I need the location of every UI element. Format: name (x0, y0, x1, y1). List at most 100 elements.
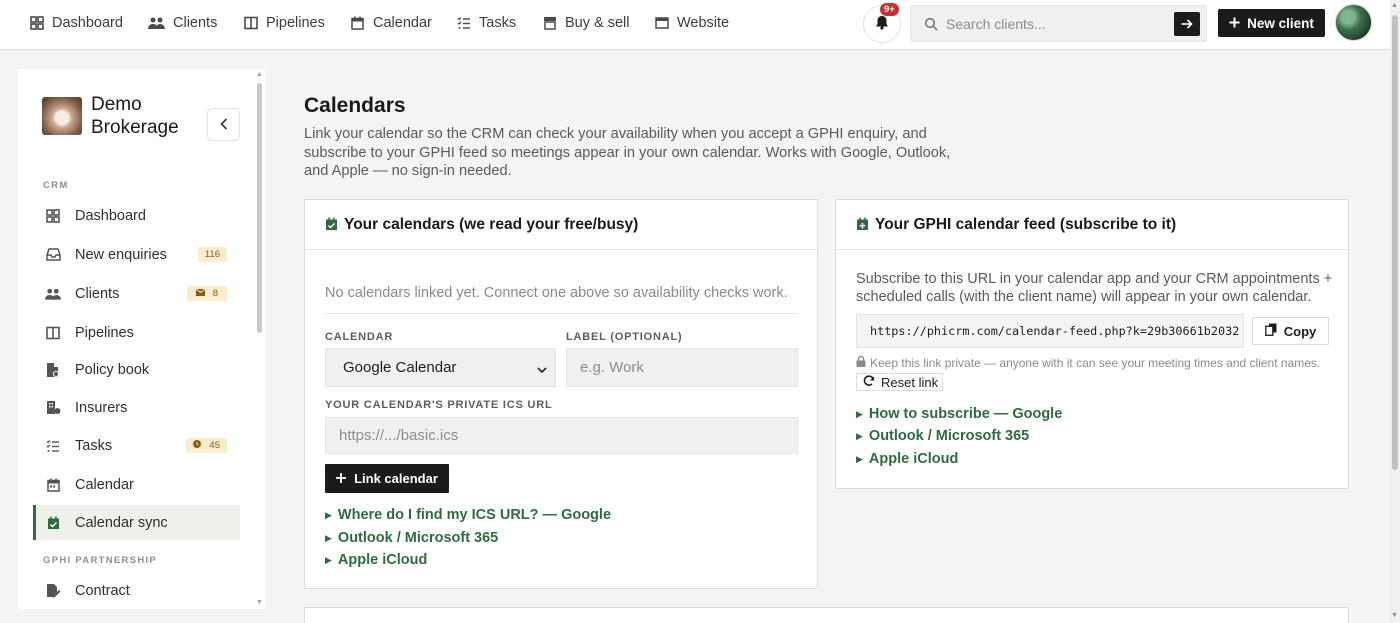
caret-right-icon: ▶ (856, 453, 863, 464)
sidebar-item-tasks[interactable]: Tasks 45 (33, 428, 240, 463)
sidebar-scrollbar-thumb[interactable] (257, 83, 262, 333)
chevron-left-icon (219, 117, 228, 133)
sidebar-item-label: Calendar (75, 476, 134, 493)
nav-calendar[interactable]: Calendar (351, 0, 432, 46)
calendar-label-input[interactable] (566, 348, 798, 387)
sidebar-item-policy-book[interactable]: Policy book (33, 352, 240, 387)
sidebar-item-label: Pipelines (75, 324, 134, 341)
user-avatar[interactable] (1335, 4, 1372, 41)
users-icon (45, 286, 61, 302)
new-client-label: New client (1247, 15, 1314, 31)
lock-icon (856, 355, 866, 370)
chevron-down-icon (537, 361, 547, 378)
plus-icon (336, 471, 347, 486)
calendar-check-icon (45, 515, 61, 531)
storefront-icon (543, 16, 557, 30)
label-field-label: LABEL (OPTIONAL) (566, 331, 683, 343)
nav-pipelines[interactable]: Pipelines (244, 0, 325, 46)
tasks-icon (457, 16, 471, 30)
badge-count: 45 (209, 440, 220, 451)
link-calendar-button[interactable]: Link calendar (325, 464, 449, 493)
tasks-icon (45, 438, 61, 454)
sidebar-item-dashboard[interactable]: Dashboard (33, 198, 240, 233)
client-search (910, 5, 1207, 42)
sidebar-item-insurers[interactable]: Insurers (33, 390, 240, 425)
ics-help-google-link[interactable]: ▶ Where do I find my ICS URL? — Google (325, 507, 611, 523)
nav-buy-sell[interactable]: Buy & sell (543, 0, 629, 46)
private-note-text: Keep this link private — anyone with it … (870, 356, 1321, 370)
nav-website[interactable]: Website (655, 0, 729, 46)
bell-icon (875, 15, 889, 33)
sidebar-item-calendar-sync[interactable]: Calendar sync (33, 505, 240, 540)
ics-url-field-label: YOUR CALENDAR'S PRIVATE ICS URL (325, 399, 553, 411)
nav-tasks[interactable]: Tasks (457, 0, 516, 46)
search-input[interactable] (946, 15, 1171, 32)
subscribe-help-google-link[interactable]: ▶ How to subscribe — Google (856, 406, 1062, 422)
feed-url-field[interactable]: https://phicrm.com/calendar-feed.php?k=2… (856, 314, 1244, 348)
sidebar-item-contract[interactable]: Contract (33, 573, 240, 608)
sidebar-item-label: New enquiries (75, 246, 167, 263)
sidebar-item-new-enquiries[interactable]: New enquiries 116 (33, 237, 240, 272)
your-calendars-header: Your calendars (we read your free/busy) (305, 200, 817, 250)
divider (325, 313, 797, 314)
page-scrollbar[interactable]: ▲ ▼ (1390, 0, 1400, 623)
scroll-down-arrow-icon[interactable]: ▼ (256, 599, 263, 606)
new-client-button[interactable]: New client (1218, 9, 1325, 37)
calendar-provider-select[interactable]: Google Calendar (325, 348, 556, 387)
sidebar-section-gphi: GPHI PARTNERSHIP (43, 555, 158, 566)
link-calendar-label: Link calendar (354, 471, 438, 486)
link-text: Apple iCloud (868, 451, 959, 467)
collapse-sidebar-button[interactable] (207, 108, 240, 141)
sidebar-item-calendar[interactable]: Calendar (33, 467, 240, 502)
ics-help-outlook-link[interactable]: ▶ Outlook / Microsoft 365 (325, 530, 498, 546)
dashboard-icon (30, 16, 44, 30)
calendar-icon (45, 477, 61, 493)
scroll-up-arrow-icon[interactable]: ▲ (1391, 2, 1398, 9)
sidebar-item-pipelines[interactable]: Pipelines (33, 315, 240, 350)
ics-help-apple-link[interactable]: ▶ Apple iCloud (325, 552, 427, 568)
gphi-feed-card: Your GPHI calendar feed (subscribe to it… (835, 199, 1349, 489)
subscribe-help-outlook-link[interactable]: ▶ Outlook / Microsoft 365 (856, 428, 1029, 444)
copy-label: Copy (1283, 323, 1317, 339)
sidebar-item-clients[interactable]: Clients 8 (33, 276, 240, 311)
scroll-down-arrow-icon[interactable]: ▼ (1391, 612, 1398, 619)
nav-label: Pipelines (266, 15, 325, 31)
sidebar: Demo Brokerage CRM Dashboard New enquiri… (18, 69, 265, 609)
link-text: Outlook / Microsoft 365 (337, 530, 499, 546)
nav-clients[interactable]: Clients (148, 0, 217, 46)
enquiries-count-badge: 116 (197, 247, 227, 262)
inbox-icon (45, 247, 61, 263)
badge-count: 116 (204, 249, 220, 260)
subscribe-help-apple-link[interactable]: ▶ Apple iCloud (856, 451, 958, 467)
page-description: Link your calendar so the CRM can check … (304, 126, 951, 179)
caret-right-icon: ▶ (325, 509, 332, 520)
file-icon (45, 362, 61, 378)
badge-count: 8 (212, 288, 218, 299)
no-calendars-message: No calendars linked yet. Connect one abo… (325, 285, 788, 301)
refresh-icon (863, 374, 875, 390)
sidebar-scrollbar[interactable]: ▲ ▼ (256, 71, 263, 609)
copy-feed-url-button[interactable]: Copy (1252, 317, 1329, 345)
copy-icon (1264, 323, 1277, 339)
nav-dashboard[interactable]: Dashboard (30, 0, 123, 46)
feed-description: Subscribe to this URL in your calendar a… (856, 271, 1333, 305)
card-title: Your calendars (we read your free/busy) (344, 215, 639, 233)
link-text: Where do I find my ICS URL? — Google (337, 507, 612, 523)
reset-feed-link-button[interactable]: Reset link (856, 373, 943, 391)
caret-right-icon: ▶ (856, 430, 863, 441)
ics-url-input[interactable] (325, 417, 798, 454)
scroll-up-arrow-icon[interactable]: ▲ (256, 71, 263, 78)
your-calendars-card: Your calendars (we read your free/busy) … (304, 199, 818, 589)
caret-right-icon: ▶ (856, 408, 863, 419)
columns-icon (244, 16, 258, 30)
sidebar-item-label: Dashboard (75, 207, 146, 224)
link-text: How to subscribe — Google (868, 406, 1063, 422)
search-submit-button[interactable] (1174, 12, 1200, 36)
calendar-icon (351, 16, 365, 30)
card-title: Your GPHI calendar feed (subscribe to it… (875, 215, 1177, 233)
sidebar-item-label: Insurers (75, 399, 128, 416)
arrow-right-icon (1181, 16, 1193, 32)
caret-right-icon: ▶ (325, 532, 332, 543)
page-scrollbar-thumb[interactable] (1392, 15, 1398, 470)
nav-label: Clients (173, 15, 218, 31)
